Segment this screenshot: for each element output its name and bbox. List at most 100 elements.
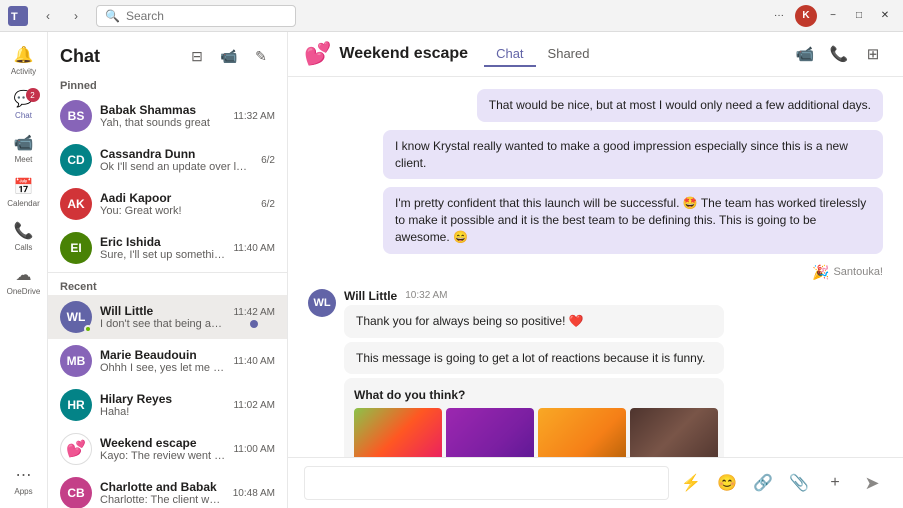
search-input[interactable] xyxy=(126,9,276,23)
video-call-button[interactable]: 📹 xyxy=(791,40,819,68)
chat-item-aadi[interactable]: AK Aadi Kapoor You: Great work! 6/2 xyxy=(48,182,287,226)
sender-name-will: Will Little xyxy=(344,289,397,303)
lightning-button[interactable]: ⚡ xyxy=(677,469,705,497)
tab-chat[interactable]: Chat xyxy=(484,42,535,67)
more-options-button[interactable]: ⊞ xyxy=(859,40,887,68)
chat-item-cassandra[interactable]: CD Cassandra Dunn Ok I'll send an update… xyxy=(48,138,287,182)
message-group-will: Will Little 10:32 AM Thank you for alway… xyxy=(344,289,724,457)
meet-label: Meet xyxy=(15,155,33,164)
will-time: 11:42 AM xyxy=(233,307,275,318)
chat-meta-will: 11:42 AM xyxy=(233,307,275,328)
forward-button[interactable]: › xyxy=(64,4,88,28)
nav-controls: ‹ › xyxy=(36,4,88,28)
close-button[interactable]: ✕ xyxy=(875,6,895,26)
tab-shared[interactable]: Shared xyxy=(536,42,602,67)
chat-item-weekend-escape[interactable]: 💕 Weekend escape Kayo: The review went r… xyxy=(48,427,287,471)
chat-info-charlotte: Charlotte and Babak Charlotte: The clien… xyxy=(100,480,225,506)
chat-item-hilary[interactable]: HR Hilary Reyes Haha! 11:02 AM xyxy=(48,383,287,427)
image-dark xyxy=(630,408,718,457)
santouka-text: Santouka! xyxy=(833,266,883,278)
sidebar-item-meet[interactable]: 📹 Meet xyxy=(4,128,44,168)
emoji-button[interactable]: 😊 xyxy=(713,469,741,497)
chat-item-will[interactable]: WL Will Little I don't see that being an… xyxy=(48,295,287,339)
chat-info-weekend: Weekend escape Kayo: The review went rea… xyxy=(100,436,225,462)
messages-area: That would be nice, but at most I would … xyxy=(288,77,903,457)
send-button[interactable]: ➤ xyxy=(857,468,887,498)
new-chat-button[interactable]: ✎ xyxy=(247,42,275,70)
chat-meta-charlotte: 10:48 AM xyxy=(233,488,275,499)
avatar-hilary: HR xyxy=(60,389,92,421)
video-call-button[interactable]: 📹 xyxy=(215,42,243,70)
onedrive-label: OneDrive xyxy=(7,287,41,296)
message-row-2: I know Krystal really wanted to make a g… xyxy=(308,130,883,180)
image-card: What do you think? Thought these images … xyxy=(344,378,724,457)
filter-button[interactable]: ⊟ xyxy=(183,42,211,70)
activity-icon: 🔔 xyxy=(14,45,34,65)
image-flower xyxy=(354,408,442,457)
sidebar-item-chat[interactable]: 💬 2 Chat xyxy=(4,84,44,124)
title-bar-left: T ‹ › 🔍 xyxy=(8,4,296,28)
chat-item-charlotte[interactable]: CB Charlotte and Babak Charlotte: The cl… xyxy=(48,471,287,508)
apps-icon: ⋯ xyxy=(16,465,32,485)
more-actions-button[interactable]: + xyxy=(821,469,849,497)
msg-time-will: 10:32 AM xyxy=(405,290,447,301)
chat-preview-hilary: Haha! xyxy=(100,406,225,418)
chat-header: 💕 Weekend escape Chat Shared 📹 📞 ⊞ xyxy=(288,32,903,77)
minimize-button[interactable]: − xyxy=(823,6,843,26)
sidebar-item-calendar[interactable]: 📅 Calendar xyxy=(4,172,44,212)
more-options-button[interactable]: ··· xyxy=(769,6,789,26)
message-bubble-6: This message is going to get a lot of re… xyxy=(344,342,724,375)
avatar-cassandra: CD xyxy=(60,144,92,176)
audio-call-button[interactable]: 📞 xyxy=(825,40,853,68)
chat-item-eric[interactable]: EI Eric Ishida Sure, I'll set up somethi… xyxy=(48,226,287,270)
chat-meta-aadi: 6/2 xyxy=(261,199,275,210)
calendar-label: Calendar xyxy=(7,199,39,208)
search-icon: 🔍 xyxy=(105,9,120,23)
chat-info-hilary: Hilary Reyes Haha! xyxy=(100,392,225,418)
pinned-section-label: Pinned xyxy=(48,74,287,94)
chat-meta-weekend: 11:00 AM xyxy=(233,444,275,455)
message-row-5: WL Will Little 10:32 AM Thank you for al… xyxy=(308,289,883,457)
image-grid xyxy=(354,408,714,457)
sidebar-item-onedrive[interactable]: ☁ OneDrive xyxy=(4,260,44,300)
user-avatar[interactable]: K xyxy=(795,5,817,27)
maximize-button[interactable]: □ xyxy=(849,6,869,26)
recent-section-label: Recent xyxy=(48,275,287,295)
image-gold xyxy=(538,408,626,457)
sidebar-item-calls[interactable]: 📞 Calls xyxy=(4,216,44,256)
chat-meta-cassandra: 6/2 xyxy=(261,155,275,166)
chat-name-will: Will Little xyxy=(100,304,225,318)
back-button[interactable]: ‹ xyxy=(36,4,60,28)
unread-dot-will xyxy=(250,320,258,328)
avatar-weekend-escape: 💕 xyxy=(60,433,92,465)
santouka-emoji: 🎉 xyxy=(812,264,829,281)
attach-button[interactable]: 📎 xyxy=(785,469,813,497)
sidebar-item-apps[interactable]: ⋯ Apps xyxy=(4,460,44,500)
chat-preview-charlotte: Charlotte: The client was pretty happy w… xyxy=(100,494,225,506)
chat-item-marie[interactable]: MB Marie Beaudouin Ohhh I see, yes let m… xyxy=(48,339,287,383)
chat-preview-marie: Ohhh I see, yes let me fix that! xyxy=(100,362,225,374)
chat-panel: 💕 Weekend escape Chat Shared 📹 📞 ⊞ That … xyxy=(288,32,903,508)
group-name: Weekend escape xyxy=(339,45,468,63)
chat-list-scroll: Pinned BS Babak Shammas Yah, that sounds… xyxy=(48,74,287,508)
chat-info-will: Will Little I don't see that being an is… xyxy=(100,304,225,330)
search-bar[interactable]: 🔍 xyxy=(96,5,296,27)
chat-name-hilary: Hilary Reyes xyxy=(100,392,225,406)
calendar-icon: 📅 xyxy=(14,177,34,197)
sidebar-item-activity[interactable]: 🔔 Activity xyxy=(4,40,44,80)
chat-info-babak: Babak Shammas Yah, that sounds great xyxy=(100,103,225,129)
chat-meta-babak: 11:32 AM xyxy=(233,111,275,122)
chat-badge: 2 xyxy=(26,88,40,102)
avatar-marie: MB xyxy=(60,345,92,377)
avatar-will-msg: WL xyxy=(308,289,336,317)
chat-item-babak[interactable]: BS Babak Shammas Yah, that sounds great … xyxy=(48,94,287,138)
message-input[interactable] xyxy=(304,466,669,500)
chat-preview-cassandra: Ok I'll send an update over later xyxy=(100,161,253,173)
giphy-button[interactable]: 🔗 xyxy=(749,469,777,497)
activity-label: Activity xyxy=(11,67,36,76)
chat-preview-babak: Yah, that sounds great xyxy=(100,117,225,129)
avatar-babak: BS xyxy=(60,100,92,132)
chat-info-marie: Marie Beaudouin Ohhh I see, yes let me f… xyxy=(100,348,225,374)
chat-name-babak: Babak Shammas xyxy=(100,103,225,117)
chat-preview-aadi: You: Great work! xyxy=(100,205,253,217)
